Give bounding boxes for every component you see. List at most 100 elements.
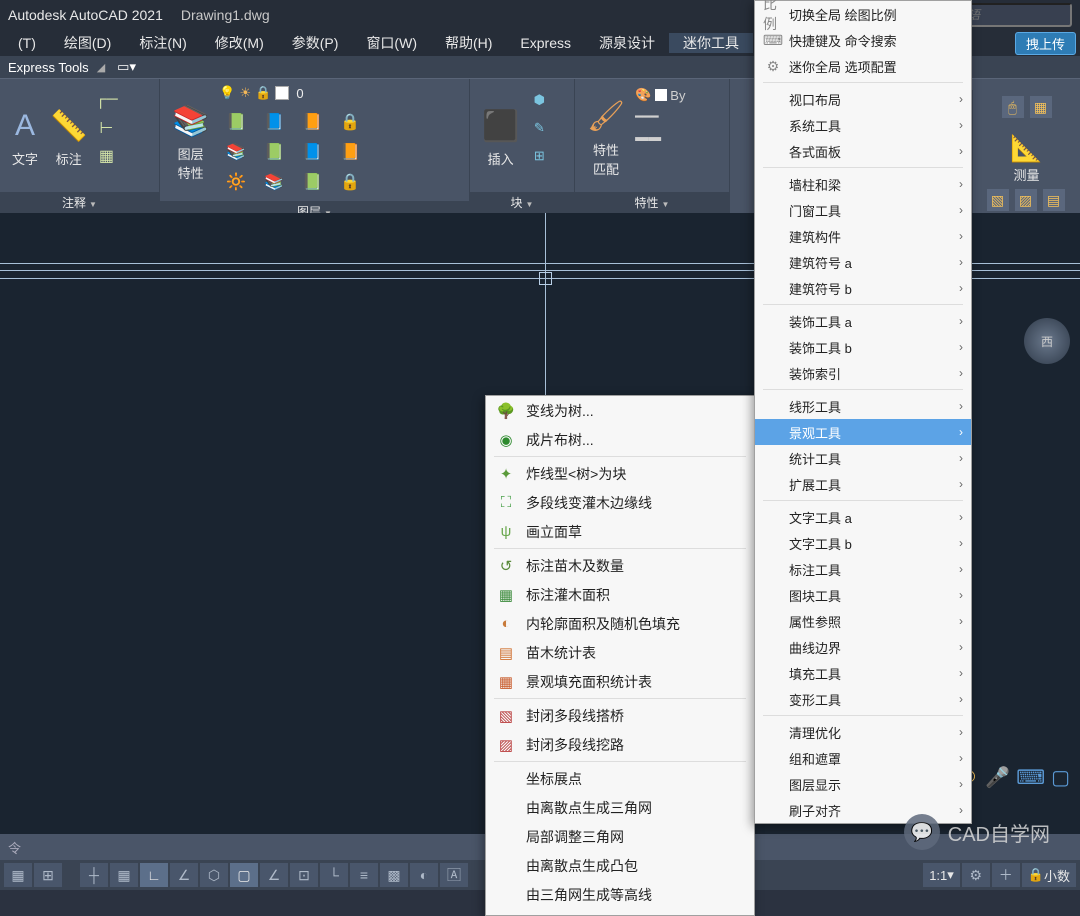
layer-icon[interactable]: 📘	[257, 109, 291, 135]
track-icon[interactable]: ∠	[260, 863, 288, 887]
menu-item[interactable]: 装饰索引›	[755, 360, 971, 386]
units-display[interactable]: 🔒 小数	[1022, 863, 1076, 887]
bylayer-swatch[interactable]: By	[655, 87, 685, 103]
iso-icon[interactable]: ⬡	[200, 863, 228, 887]
measure-button[interactable]: 📐 测量	[1005, 126, 1047, 189]
layer-properties-button[interactable]: 📚 图层 特性	[166, 83, 215, 201]
match-properties-button[interactable]: 🖌 特性 匹配	[581, 83, 631, 192]
submenu-item[interactable]: 🌳变线为树...	[486, 396, 754, 425]
submenu-item[interactable]: 坐标展点	[486, 764, 754, 793]
submenu-item[interactable]: 由三角网生成等高线	[486, 880, 754, 909]
menu-t[interactable]: (T)	[4, 35, 50, 51]
submenu-item[interactable]: ψ画立面草	[486, 517, 754, 546]
menu-dim[interactable]: 标注(N)	[125, 33, 200, 53]
osnap-icon[interactable]: ▢	[230, 863, 258, 887]
layer-icon[interactable]: 📘	[295, 139, 329, 165]
insert-button[interactable]: ⬛ 插入	[476, 83, 525, 192]
layer-icon[interactable]: 📚	[219, 139, 253, 165]
viewcube[interactable]: 西	[1024, 318, 1070, 364]
menu-item[interactable]: ⚙迷你全局 选项配置	[755, 53, 971, 79]
tool-icon[interactable]: ▦	[1030, 96, 1052, 118]
menu-mini[interactable]: 迷你工具	[669, 33, 753, 53]
ortho-icon[interactable]: ∟	[140, 863, 168, 887]
layer-icon[interactable]: 🔒	[333, 109, 367, 135]
menu-item[interactable]: 曲线边界›	[755, 634, 971, 660]
menu-item[interactable]: 图块工具›	[755, 582, 971, 608]
window-icon[interactable]: ▢	[1051, 765, 1070, 790]
menu-yq[interactable]: 源泉设计	[585, 33, 669, 53]
menu-item[interactable]: 门窗工具›	[755, 197, 971, 223]
menu-item[interactable]: 线形工具›	[755, 393, 971, 419]
menu-item[interactable]: 文字工具 b›	[755, 530, 971, 556]
menu-item[interactable]: 扩展工具›	[755, 471, 971, 497]
create-block-icon[interactable]: ⬢	[528, 89, 550, 111]
edit-block-icon[interactable]: ✎	[528, 117, 550, 139]
menu-item[interactable]: 图层显示›	[755, 771, 971, 797]
tool-icon[interactable]: 🖱	[1002, 96, 1024, 118]
submenu-item[interactable]: 局部调整三角网	[486, 822, 754, 851]
submenu-item[interactable]: 由离散点生成三角网	[486, 793, 754, 822]
layer-icon[interactable]: 📗	[257, 139, 291, 165]
menu-window[interactable]: 窗口(W)	[352, 33, 431, 53]
attr-icon[interactable]: ⊞	[528, 145, 550, 167]
submenu-item[interactable]: ◐内轮廓面积及随机色填充	[486, 609, 754, 638]
submenu-item[interactable]: ▧封闭多段线搭桥	[486, 701, 754, 730]
menu-item[interactable]: 属性参照›	[755, 608, 971, 634]
linear-icon[interactable]: ⊢	[95, 117, 117, 139]
layer-icon[interactable]: 📙	[295, 109, 329, 135]
grid-icon[interactable]: ⊞	[34, 863, 62, 887]
submenu-item[interactable]: ▦标注灌木面积	[486, 580, 754, 609]
layer-icon[interactable]: 📗	[295, 169, 329, 195]
menu-draw[interactable]: 绘图(D)	[50, 33, 125, 53]
layer-icon[interactable]: 📙	[333, 139, 367, 165]
dyn-icon[interactable]: └	[320, 863, 348, 887]
menu-item[interactable]: 清理优化›	[755, 719, 971, 745]
table-icon[interactable]: ▦	[95, 145, 117, 167]
layer-icon[interactable]: 📚	[257, 169, 291, 195]
text-button[interactable]: A 文字	[6, 83, 44, 192]
cycle-icon[interactable]: ◐	[410, 863, 438, 887]
submenu-item[interactable]: ↺标注苗木及数量	[486, 551, 754, 580]
menu-item[interactable]: 建筑构件›	[755, 223, 971, 249]
submenu-item[interactable]: ✦炸线型<树>为块	[486, 459, 754, 488]
menu-item[interactable]: 组和遮罩›	[755, 745, 971, 771]
gear-icon[interactable]: ⚙	[962, 863, 990, 887]
upload-button[interactable]: 拽上传	[1015, 32, 1076, 55]
layer-icon[interactable]: 🔆	[219, 169, 253, 195]
util-icon[interactable]: ▧	[987, 189, 1009, 211]
dimension-button[interactable]: 📏 标注	[44, 83, 93, 192]
util-icon[interactable]: ▨	[1015, 189, 1037, 211]
menu-express[interactable]: Express	[506, 35, 585, 51]
scale-display[interactable]: 1:1▾	[923, 863, 960, 887]
3dosnap-icon[interactable]: ⊡	[290, 863, 318, 887]
menu-item[interactable]: 比例切换全局 绘图比例	[755, 1, 971, 27]
grid-display-icon[interactable]: ▦	[110, 863, 138, 887]
menu-item[interactable]: 墙柱和梁›	[755, 171, 971, 197]
mic-icon[interactable]: 🎤	[985, 765, 1010, 790]
util-icon[interactable]: ▤	[1043, 189, 1065, 211]
transparency-icon[interactable]: ▩	[380, 863, 408, 887]
menu-item[interactable]: 建筑符号 a›	[755, 249, 971, 275]
panel-toggle-icon[interactable]: ▭▾	[117, 59, 136, 75]
menu-item[interactable]: 标注工具›	[755, 556, 971, 582]
leader-icon[interactable]: ┌─	[95, 89, 117, 111]
menu-item[interactable]: 建筑符号 b›	[755, 275, 971, 301]
snap-icon[interactable]: ┼	[80, 863, 108, 887]
menu-item[interactable]: 景观工具›	[755, 419, 971, 445]
menu-item[interactable]: 各式面板›	[755, 138, 971, 164]
menu-item[interactable]: 文字工具 a›	[755, 504, 971, 530]
menu-item[interactable]: 填充工具›	[755, 660, 971, 686]
submenu-item[interactable]: ▦景观填充面积统计表	[486, 667, 754, 696]
lwt-icon[interactable]: ≡	[350, 863, 378, 887]
lineweight-icon[interactable]: ▬▬	[635, 129, 685, 144]
layer-icon[interactable]: 🔒	[333, 169, 367, 195]
menu-item[interactable]: 系统工具›	[755, 112, 971, 138]
menu-item[interactable]: 变形工具›	[755, 686, 971, 712]
polar-icon[interactable]: ∠	[170, 863, 198, 887]
menu-item[interactable]: 统计工具›	[755, 445, 971, 471]
menu-item[interactable]: 视口布局›	[755, 86, 971, 112]
submenu-item[interactable]: ▤苗木统计表	[486, 638, 754, 667]
keyboard-icon[interactable]: ⌨	[1016, 765, 1045, 790]
submenu-item[interactable]: ⛶多段线变灌木边缘线	[486, 488, 754, 517]
menu-param[interactable]: 参数(P)	[278, 33, 353, 53]
